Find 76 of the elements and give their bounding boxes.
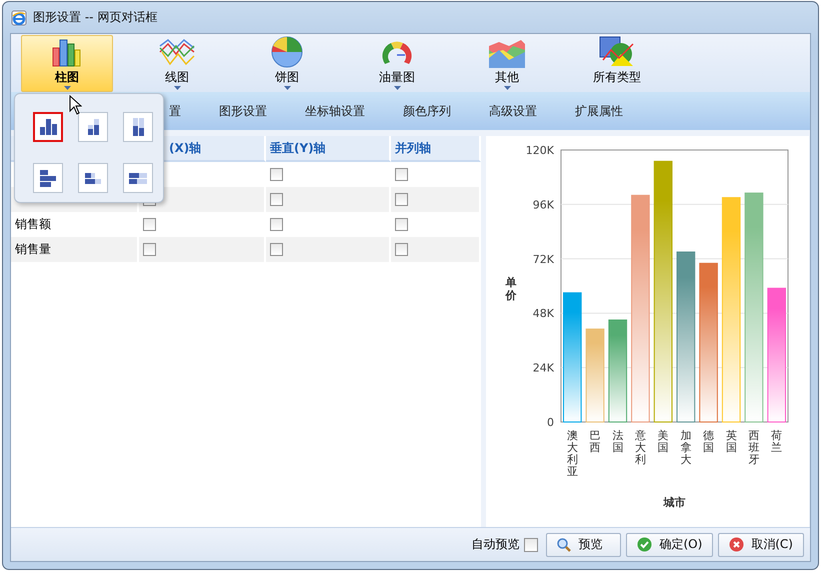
axis-tick-label: 24K (532, 362, 554, 375)
search-icon (557, 538, 572, 552)
axis-tick-label: 120K (526, 144, 554, 157)
ok-button[interactable]: 确定(O) (626, 532, 714, 556)
category-label: 巴西 (590, 429, 601, 454)
browser-icon (11, 10, 27, 26)
checkbox[interactable] (395, 193, 408, 206)
dropdown-arrow-icon[interactable] (174, 86, 180, 90)
mouse-cursor-icon (69, 95, 82, 115)
field-name: 销售量 (11, 237, 139, 262)
checkbox[interactable] (143, 218, 156, 231)
subtype-option[interactable] (123, 163, 153, 193)
dropdown-arrow-icon[interactable] (394, 86, 400, 90)
auto-preview-label: 自动预览 (471, 536, 520, 553)
chart-type-button[interactable]: 所有类型 (571, 35, 663, 92)
checkbox[interactable] (395, 243, 408, 256)
axis-tick-label: 48K (532, 307, 554, 320)
bar-chart-icon (40, 170, 56, 186)
close-icon (729, 537, 744, 552)
checkbox[interactable] (395, 168, 408, 181)
checkbox[interactable] (270, 243, 283, 256)
settings-tab[interactable]: 颜色序列 (403, 102, 451, 120)
dropdown-arrow-icon[interactable] (504, 86, 510, 90)
chart-type-button[interactable]: 饼图 (241, 35, 333, 92)
area-chart-icon (489, 40, 525, 68)
settings-tab[interactable]: 高级设置 (489, 102, 537, 120)
category-label: 澳大利亚 (566, 429, 578, 478)
chart-type-button[interactable]: 柱图 (21, 35, 113, 92)
category-label: 英国 (726, 429, 737, 454)
bar-chart-icon (85, 172, 101, 184)
category-label: 荷兰 (771, 429, 782, 454)
column-header: 垂直(Y)轴 (270, 140, 326, 156)
settings-tab[interactable]: 置 (169, 102, 181, 120)
settings-tab[interactable]: 扩展属性 (575, 102, 623, 120)
subtype-option[interactable] (123, 112, 153, 142)
axis-title: 单价 (506, 276, 516, 302)
axis-tick-label: 0 (547, 416, 554, 429)
category-label: 法国 (612, 429, 624, 454)
axis-tick-label: 72K (532, 252, 554, 266)
category-label: 加拿大 (680, 429, 692, 466)
line-chart-icon (159, 38, 195, 68)
axis-tick-label: 96K (532, 198, 554, 212)
pie-chart-icon (271, 36, 303, 68)
subtype-option[interactable] (33, 112, 63, 142)
bar-chart-icon (129, 172, 147, 184)
axis-title: 城市 (664, 496, 686, 509)
category-label: 意大利 (634, 429, 646, 466)
dropdown-arrow-icon[interactable] (284, 86, 290, 90)
check-icon (637, 537, 652, 552)
window-title: 图形设置 -- 网页对话框 (33, 9, 158, 26)
checkbox[interactable] (270, 193, 283, 206)
category-label: 美国 (658, 429, 669, 454)
dropdown-arrow-icon[interactable] (64, 86, 70, 90)
checkbox[interactable] (395, 218, 408, 231)
column-header: (X)轴 (169, 140, 202, 156)
subtype-option[interactable] (78, 112, 108, 142)
chart-type-button[interactable]: 油量图 (351, 35, 443, 92)
category-label: 德国 (703, 429, 714, 454)
subtype-option[interactable] (33, 163, 63, 193)
checkbox[interactable] (270, 168, 283, 181)
subtype-option[interactable] (78, 163, 108, 193)
column-chart-icon (132, 118, 144, 136)
cancel-button[interactable]: 取消(C) (718, 532, 804, 556)
category-label: 西班牙 (748, 429, 760, 466)
preview-button[interactable]: 预览 (546, 532, 622, 556)
column-chart-icon (40, 119, 56, 135)
column-header: 并列轴 (395, 140, 431, 156)
chart-type-button[interactable]: 线图 (131, 35, 223, 92)
column-chart-icon (88, 119, 98, 135)
checkbox[interactable] (524, 538, 538, 552)
checkbox[interactable] (143, 243, 156, 256)
settings-tab[interactable]: 图形设置 (219, 102, 267, 120)
chart-type-button[interactable]: 其他 (461, 35, 553, 92)
settings-tab[interactable]: 坐标轴设置 (305, 102, 365, 120)
combo-chart-icon (599, 36, 635, 68)
checkbox[interactable] (270, 218, 283, 231)
